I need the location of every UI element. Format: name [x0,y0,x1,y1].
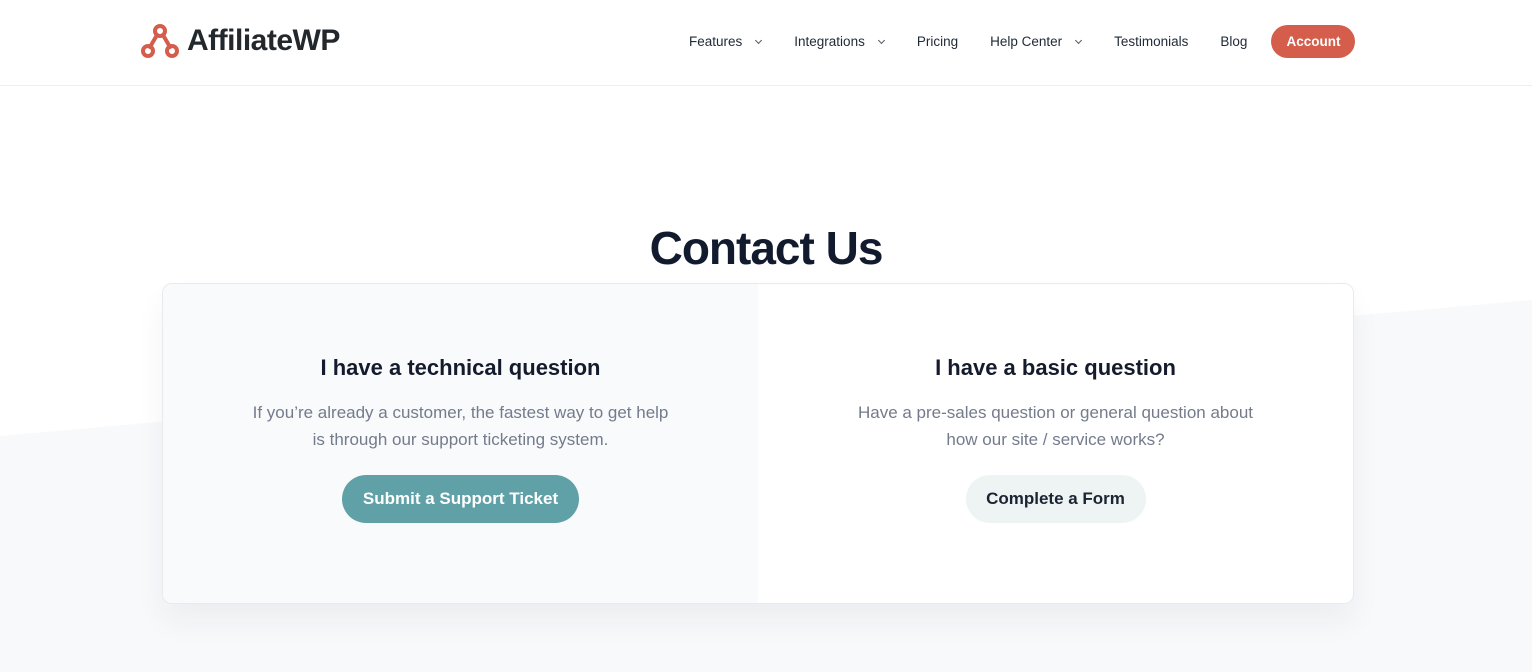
card-description: Have a pre-sales question or general que… [857,403,1254,449]
submit-support-ticket-button[interactable]: Submit a Support Ticket [342,475,579,523]
nav-help-center[interactable]: Help Center [990,34,1083,49]
affiliate-network-icon [141,24,179,58]
site-header: AffiliateWP Features Integrations Pricin… [0,0,1532,86]
nav-testimonials-label: Testimonials [1114,34,1189,49]
logo[interactable]: AffiliateWP [141,23,340,59]
account-button[interactable]: Account [1271,25,1356,58]
card-description: If you’re already a customer, the fastes… [252,403,669,449]
nav-integrations-label: Integrations [794,34,865,49]
nav-help-center-label: Help Center [990,34,1063,49]
complete-a-form-button[interactable]: Complete a Form [965,475,1146,523]
nav-pricing-label: Pricing [916,34,959,49]
nav-integrations[interactable]: Integrations [794,34,885,49]
chevron-down-icon [1075,36,1083,44]
nav-blog[interactable]: Blog [1220,34,1247,49]
card-title: I have a technical question [320,355,601,380]
basic-question-card: I have a basic question Have a pre-sales… [758,284,1353,603]
chevron-down-icon [877,36,885,44]
nav-testimonials[interactable]: Testimonials [1114,34,1188,49]
card-title: I have a basic question [935,355,1176,380]
nav-features-label: Features [689,34,743,49]
nav-pricing[interactable]: Pricing [917,34,958,49]
technical-question-card: I have a technical question If you’re al… [163,284,758,603]
chevron-down-icon [755,36,763,44]
contact-options: I have a technical question If you’re al… [162,283,1354,604]
main-nav: Features Integrations Pricing Help Cente… [689,25,1356,58]
nav-features[interactable]: Features [689,34,763,49]
page-title: Contact Us [649,222,884,274]
brand-name: AffiliateWP [187,24,340,57]
nav-blog-label: Blog [1220,34,1248,49]
